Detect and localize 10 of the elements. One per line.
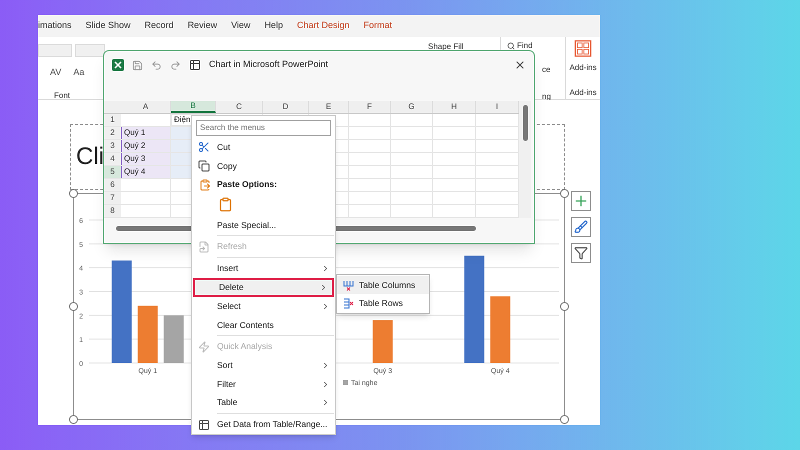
window-title: Chart in Microsoft PowerPoint: [209, 58, 328, 72]
group-label: Add-ins: [569, 87, 597, 99]
group-label: Font: [53, 90, 72, 102]
ribbon-label: ce: [542, 64, 550, 76]
menu-section-header: Paste Options:: [217, 178, 277, 192]
table-cell: Quý 3: [121, 153, 171, 165]
table-cell: Quý 4: [121, 166, 171, 178]
table-cell: Quý 2: [121, 140, 171, 152]
table-cell: Quý 1: [121, 127, 171, 139]
slide-title: Cli: [76, 142, 104, 172]
